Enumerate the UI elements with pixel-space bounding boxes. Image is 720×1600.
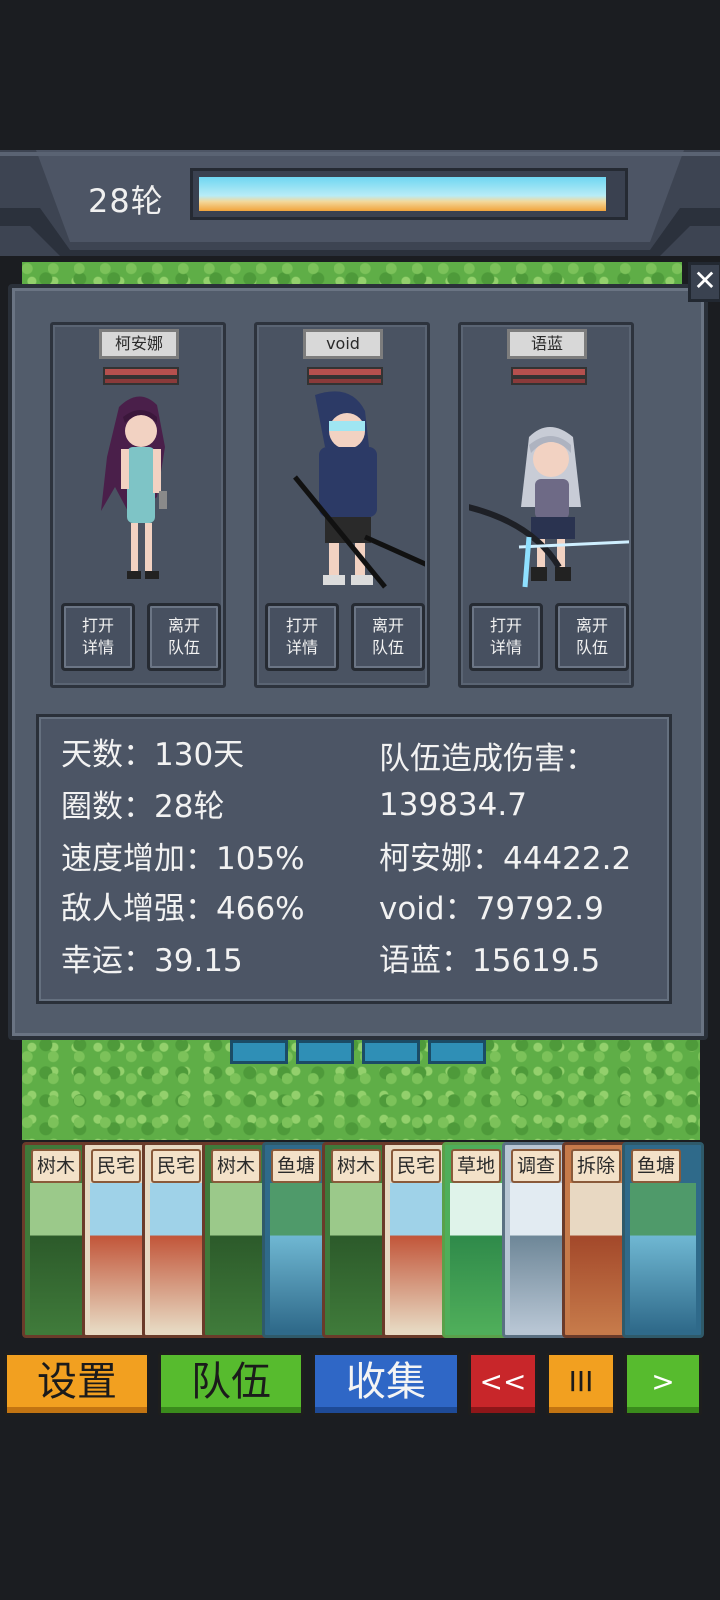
button-label: 队伍 [371, 638, 404, 657]
member-mp-bar [511, 377, 587, 385]
leave-team-button[interactable]: 离开 队伍 [351, 603, 425, 671]
member-name: 柯安娜 [99, 329, 179, 359]
team-member-card: 语蓝 打开 详情 离开 队伍 [458, 322, 634, 688]
character-sprite-yulan [469, 427, 629, 588]
card-title: 民宅 [151, 1149, 202, 1183]
board-water-tile [362, 1040, 420, 1064]
button-label: 详情 [81, 638, 114, 657]
leave-team-button[interactable]: 离开 队伍 [555, 603, 629, 671]
play-icon[interactable]: > [624, 1352, 702, 1416]
button-label: 打开 [285, 616, 318, 635]
card-title: 草地 [451, 1149, 502, 1183]
card-title: 鱼塘 [271, 1149, 322, 1183]
button-label: 离开 [575, 616, 608, 635]
card-title: 树木 [211, 1149, 262, 1183]
team-stats-panel: 天数：130天 圈数：28轮 速度增加：105% 敌人增强：466% 幸运：39… [36, 714, 672, 1004]
card-title: 树木 [31, 1149, 82, 1183]
stat-damage-yulan: 语蓝：15619.5 [379, 943, 601, 979]
loop-progress-bar [190, 168, 628, 220]
button-label: 离开 [167, 616, 200, 635]
member-hp-bar [307, 367, 383, 377]
card-hand: 树木 民宅 民宅 树木 鱼塘 树木 民宅 草地 调查 拆除 鱼塘 [22, 1142, 720, 1340]
collect-button[interactable]: 收集 [312, 1352, 460, 1416]
board-grass-middle [22, 1028, 700, 1140]
pause-icon[interactable]: III [546, 1352, 616, 1416]
leave-team-button[interactable]: 离开 队伍 [147, 603, 221, 671]
stat-speed: 速度增加：105% [61, 841, 305, 877]
stat-team-damage-label: 队伍造成伤害： [379, 741, 596, 777]
top-hud: 28轮 [0, 150, 720, 256]
round-label: 28轮 [88, 182, 164, 220]
member-mp-bar [103, 377, 179, 385]
team-member-card: 柯安娜 打开 详情 离开 队伍 [50, 322, 226, 688]
stat-damage-void: void：79792.9 [379, 891, 604, 927]
card-title: 鱼塘 [631, 1149, 682, 1183]
stat-laps: 圈数：28轮 [61, 789, 225, 825]
button-label: 队伍 [167, 638, 200, 657]
rewind-icon[interactable]: << [468, 1352, 538, 1416]
button-label: 详情 [285, 638, 318, 657]
board-water-tile [428, 1040, 486, 1064]
board-water-tile [296, 1040, 354, 1064]
character-sprite-keanna [101, 396, 167, 579]
button-label: 详情 [489, 638, 522, 657]
card-title: 拆除 [571, 1149, 622, 1183]
card-pond[interactable]: 鱼塘 [622, 1142, 704, 1338]
card-art [630, 1183, 696, 1331]
member-name: void [303, 329, 383, 359]
open-details-button[interactable]: 打开 详情 [61, 603, 135, 671]
character-sprite-void [293, 391, 425, 589]
open-details-button[interactable]: 打开 详情 [265, 603, 339, 671]
stat-enemy-boost: 敌人增强：466% [61, 891, 305, 927]
team-member-card: void 打开 详情 离开 队伍 [254, 322, 430, 688]
button-label: 打开 [81, 616, 114, 635]
stat-damage-keanna: 柯安娜：44422.2 [379, 841, 632, 877]
board-grass-top [22, 262, 682, 284]
stat-luck: 幸运：39.15 [61, 943, 243, 979]
settings-button[interactable]: 设置 [4, 1352, 150, 1416]
team-button[interactable]: 队伍 [158, 1352, 304, 1416]
button-label: 打开 [489, 616, 522, 635]
button-label: 队伍 [575, 638, 608, 657]
close-dialog-button[interactable]: ✕ [688, 262, 720, 302]
member-hp-bar [103, 367, 179, 377]
card-title: 民宅 [91, 1149, 142, 1183]
loop-progress-fill [199, 177, 606, 211]
button-label: 离开 [371, 616, 404, 635]
member-hp-bar [511, 367, 587, 377]
card-title: 调查 [511, 1149, 562, 1183]
stat-days: 天数：130天 [61, 737, 245, 773]
member-name: 语蓝 [507, 329, 587, 359]
board-water-tile [230, 1040, 288, 1064]
open-details-button[interactable]: 打开 详情 [469, 603, 543, 671]
card-title: 树木 [331, 1149, 382, 1183]
card-title: 民宅 [391, 1149, 442, 1183]
stat-team-damage-value: 139834.7 [379, 787, 527, 823]
member-mp-bar [307, 377, 383, 385]
